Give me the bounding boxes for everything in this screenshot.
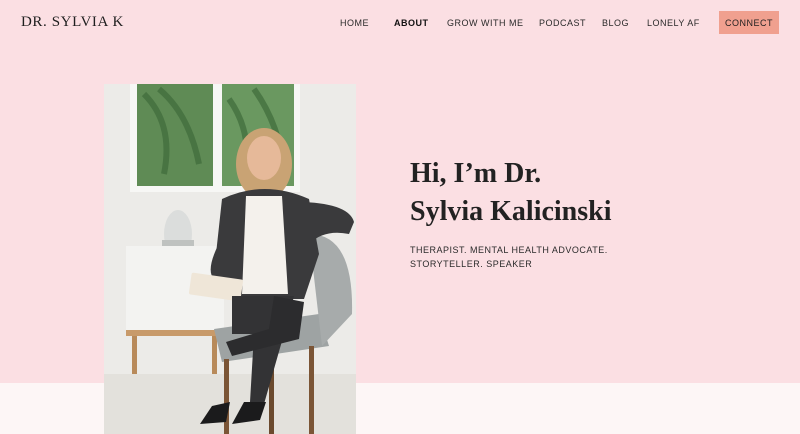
hero-heading: Hi, I’m Dr. Sylvia Kalicinski: [410, 155, 730, 231]
nav-about[interactable]: ABOUT: [394, 18, 429, 28]
hero-heading-line-2: Sylvia Kalicinski: [410, 196, 612, 227]
nav-podcast[interactable]: PODCAST: [539, 18, 586, 28]
portrait-illustration: [104, 84, 356, 434]
nav-grow-with-me[interactable]: GROW WITH ME: [447, 18, 524, 28]
nav-home[interactable]: HOME: [340, 18, 369, 28]
hero-heading-line-1: Hi, I’m Dr.: [410, 158, 542, 189]
portrait-photo: [104, 84, 356, 434]
nav-lonely-af[interactable]: LONELY AF: [647, 18, 700, 28]
hero-tagline-line-2: STORYTELLER. SPEAKER: [410, 259, 533, 269]
nav-blog[interactable]: BLOG: [602, 18, 629, 28]
hero-tagline-line-1: THERAPIST. MENTAL HEALTH ADVOCATE.: [410, 245, 608, 255]
site-header: DR. SYLVIA K HOME ABOUT GROW WITH ME POD…: [0, 0, 800, 46]
main-nav: HOME ABOUT GROW WITH ME PODCAST BLOG LON…: [0, 18, 800, 30]
connect-button[interactable]: CONNECT: [719, 11, 779, 34]
hero-tagline: THERAPIST. MENTAL HEALTH ADVOCATE. STORY…: [410, 243, 670, 271]
